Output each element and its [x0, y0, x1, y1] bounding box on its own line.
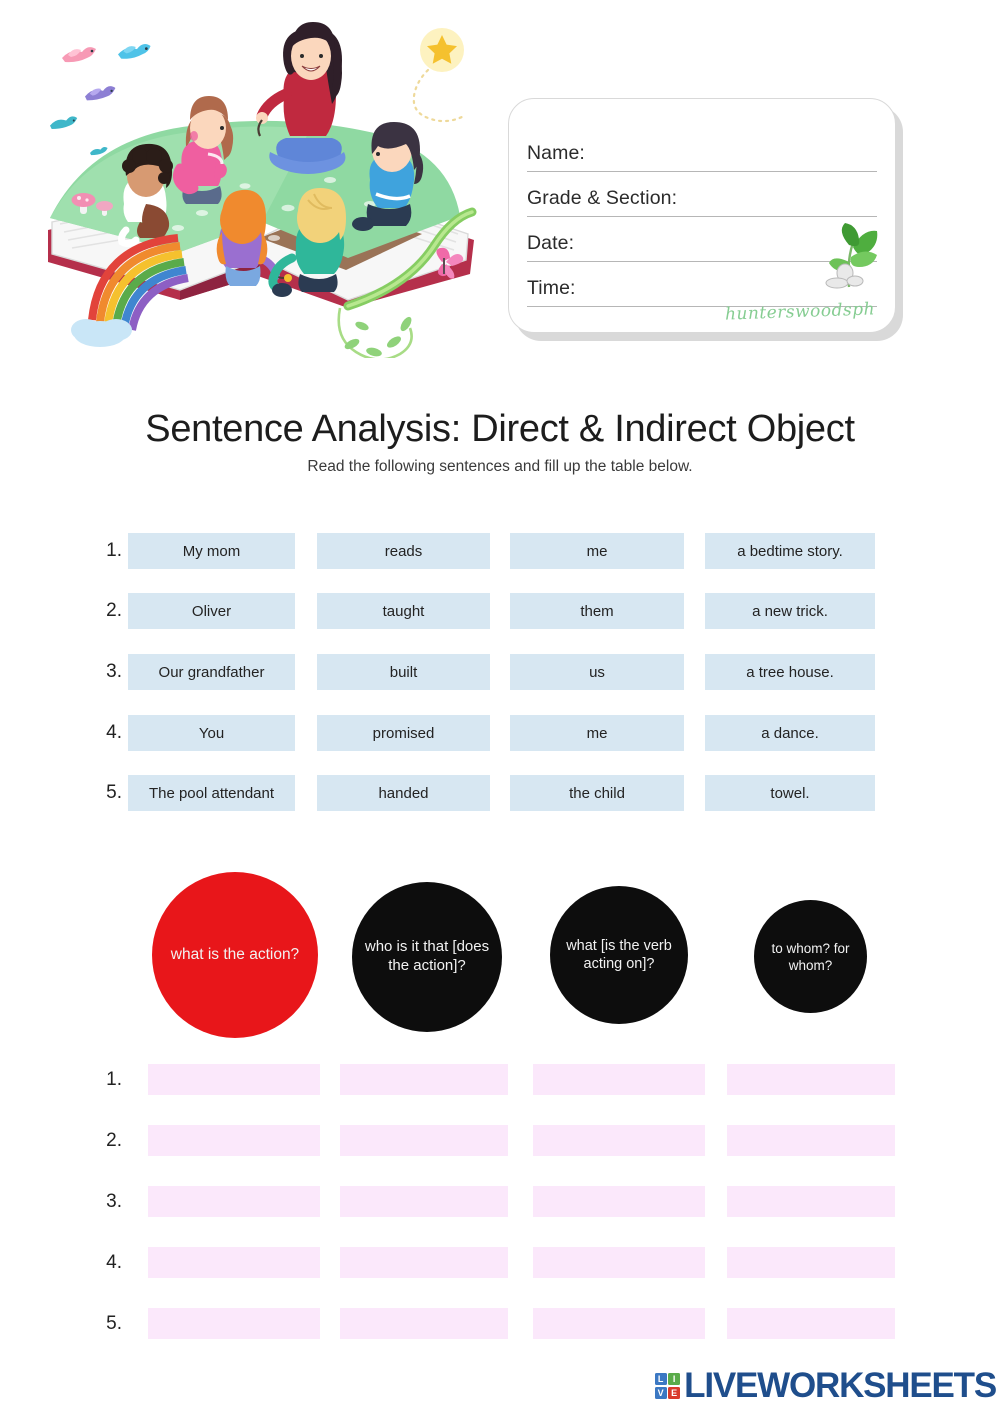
question-circle-indirect-object: to whom? for whom?: [754, 900, 867, 1013]
answer-input-subject[interactable]: [340, 1308, 508, 1339]
row-number: 5.: [106, 1313, 122, 1334]
sentence-cell-indirect-object: the child: [510, 775, 684, 811]
cloud: [71, 319, 132, 347]
time-label: Time:: [527, 277, 576, 299]
sentence-cell-direct-object: a new trick.: [705, 593, 875, 629]
answer-input-direct-object[interactable]: [533, 1125, 705, 1156]
sentence-cell-subject: Our grandfather: [128, 654, 295, 690]
answer-input-verb[interactable]: [148, 1186, 320, 1217]
sentence-cell-indirect-object: me: [510, 715, 684, 751]
row-number: 1.: [106, 1069, 122, 1090]
row-number: 1.: [106, 540, 122, 561]
answer-input-indirect-object[interactable]: [727, 1308, 895, 1339]
sentence-cell-subject: My mom: [128, 533, 295, 569]
row-number: 3.: [106, 661, 122, 682]
answer-input-subject[interactable]: [340, 1186, 508, 1217]
star-sparkle: [412, 28, 466, 123]
row-number: 5.: [106, 782, 122, 803]
sentence-cell-verb: promised: [317, 715, 490, 751]
sentence-cell-subject: Oliver: [128, 593, 295, 629]
row-number: 4.: [106, 722, 122, 743]
sentence-cell-indirect-object: them: [510, 593, 684, 629]
sprout-plant-icon: [825, 223, 878, 289]
sentence-cell-indirect-object: me: [510, 533, 684, 569]
brand-signature: hunterswoodsph: [724, 299, 876, 325]
sentence-cell-verb: taught: [317, 593, 490, 629]
logo-block-i: I: [668, 1373, 681, 1386]
sentence-cell-subject: The pool attendant: [128, 775, 295, 811]
sentence-cell-verb: built: [317, 654, 490, 690]
logo-block-l: L: [654, 1373, 667, 1386]
logo-block-v: V: [654, 1386, 667, 1399]
sentence-cell-verb: handed: [317, 775, 490, 811]
answer-input-verb[interactable]: [148, 1247, 320, 1278]
answer-input-direct-object[interactable]: [533, 1247, 705, 1278]
worksheet-page: Name: Grade & Section: Date: Time: hunte…: [0, 0, 1000, 1414]
question-circle-subject: who is it that [does the action]?: [352, 882, 502, 1032]
answer-input-subject[interactable]: [340, 1247, 508, 1278]
grade-section-label: Grade & Section:: [527, 187, 678, 209]
sentence-cell-indirect-object: us: [510, 654, 684, 690]
sentence-cell-direct-object: a tree house.: [705, 654, 875, 690]
answer-input-verb[interactable]: [148, 1308, 320, 1339]
answer-input-subject[interactable]: [340, 1064, 508, 1095]
question-circle-label: what [is the verb acting on]?: [566, 937, 672, 972]
answer-input-direct-object[interactable]: [533, 1064, 705, 1095]
sentence-cell-direct-object: towel.: [705, 775, 875, 811]
sentence-cell-verb: reads: [317, 533, 490, 569]
logo-blocks-icon: L I V E: [654, 1373, 681, 1399]
sentence-cell-direct-object: a bedtime story.: [705, 533, 875, 569]
answer-input-indirect-object[interactable]: [727, 1064, 895, 1095]
question-circle-direct-object: what [is the verb acting on]?: [550, 886, 688, 1024]
question-circle-action: what is the action?: [152, 872, 318, 1038]
answer-input-direct-object[interactable]: [533, 1186, 705, 1217]
date-label: Date:: [527, 232, 575, 254]
answer-input-indirect-object[interactable]: [727, 1186, 895, 1217]
student-info-card: Name: Grade & Section: Date: Time: hunte…: [508, 98, 896, 333]
child-curly: [118, 143, 173, 248]
answer-input-verb[interactable]: [148, 1064, 320, 1095]
answer-input-subject[interactable]: [340, 1125, 508, 1156]
answer-input-indirect-object[interactable]: [727, 1125, 895, 1156]
bird-decorations: [50, 43, 151, 156]
sentence-cell-direct-object: a dance.: [705, 715, 875, 751]
row-number: 4.: [106, 1252, 122, 1273]
question-circle-label: who is it that [does the action]?: [364, 938, 490, 974]
logo-wordmark: LIVEWORKSHEETS: [684, 1366, 997, 1405]
info-field-grade-section[interactable]: Grade & Section:: [527, 172, 877, 217]
page-title: Sentence Analysis: Direct & Indirect Obj…: [145, 408, 855, 450]
answer-input-indirect-object[interactable]: [727, 1247, 895, 1278]
sentence-cell-subject: You: [128, 715, 295, 751]
page-subtitle: Read the following sentences and fill up…: [307, 458, 693, 475]
header-illustration: [30, 8, 490, 358]
answer-input-verb[interactable]: [148, 1125, 320, 1156]
row-number: 3.: [106, 1191, 122, 1212]
answer-input-direct-object[interactable]: [533, 1308, 705, 1339]
liveworksheets-logo[interactable]: L I V E LIVEWORKSHEETS: [654, 1366, 997, 1406]
logo-block-e: E: [668, 1386, 681, 1399]
info-field-name[interactable]: Name:: [527, 127, 877, 172]
question-circle-label: to whom? for whom?: [771, 940, 850, 973]
question-circle-label: what is the action?: [170, 946, 300, 964]
row-number: 2.: [106, 1130, 122, 1151]
name-label: Name:: [527, 142, 585, 164]
row-number: 2.: [106, 600, 122, 621]
